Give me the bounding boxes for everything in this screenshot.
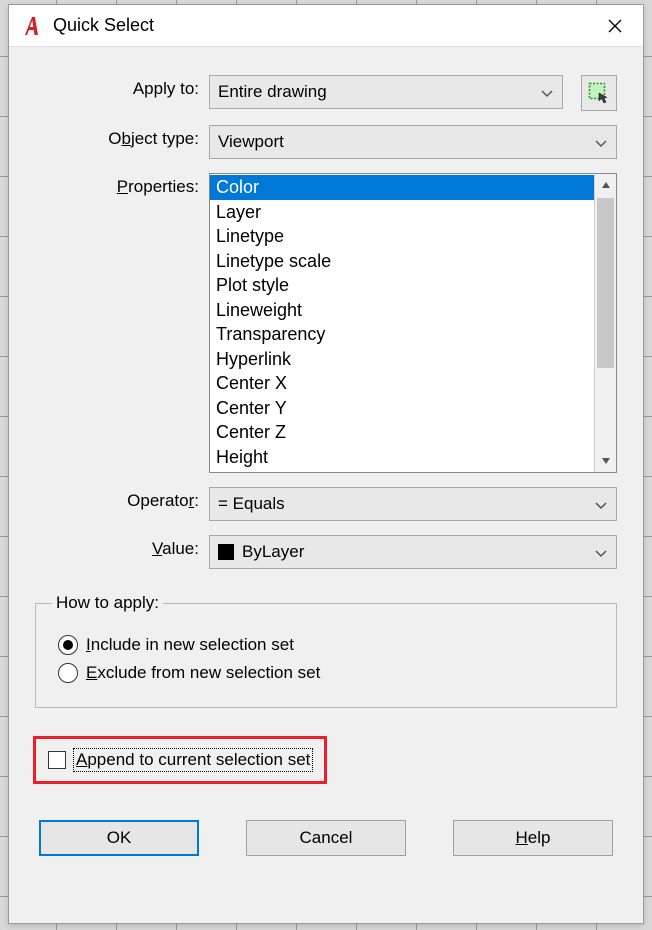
radio-icon (58, 635, 78, 655)
radio-icon (58, 663, 78, 683)
how-to-apply-legend: How to apply: (52, 593, 163, 613)
help-button[interactable]: Help (453, 820, 613, 856)
apply-to-row: Apply to: Entire drawing (35, 75, 617, 111)
list-item[interactable]: Height (210, 445, 594, 470)
color-swatch-icon (218, 544, 234, 560)
properties-listbox[interactable]: ColorLayerLinetypeLinetype scalePlot sty… (209, 173, 617, 473)
list-item[interactable]: Plot style (210, 273, 594, 298)
autocad-app-icon (19, 14, 43, 38)
chevron-down-icon (594, 497, 608, 511)
dialog-title: Quick Select (53, 15, 593, 36)
operator-combo[interactable]: = Equals (209, 487, 617, 521)
append-checkbox[interactable]: Append to current selection set (46, 747, 314, 773)
object-type-combo[interactable]: Viewport (209, 125, 617, 159)
scroll-down-button[interactable] (595, 450, 617, 472)
chevron-up-icon (601, 180, 611, 190)
value-row: Value: ByLayer (35, 535, 617, 569)
quick-select-dialog: Quick Select Apply to: Entire drawing (8, 4, 644, 924)
scroll-thumb[interactable] (597, 198, 614, 368)
append-label: Append to current selection set (74, 749, 312, 771)
include-radio[interactable]: Include in new selection set (58, 635, 594, 655)
operator-row: Operator: = Equals (35, 487, 617, 521)
list-item[interactable]: Linetype (210, 224, 594, 249)
list-item[interactable]: Center X (210, 371, 594, 396)
list-item[interactable]: Transparency (210, 322, 594, 347)
list-item[interactable]: Center Y (210, 396, 594, 421)
object-type-value: Viewport (218, 132, 594, 152)
scroll-up-button[interactable] (595, 174, 617, 196)
list-item[interactable]: Layer (210, 200, 594, 225)
close-icon (608, 19, 622, 33)
ok-button[interactable]: OK (39, 820, 199, 856)
close-button[interactable] (593, 8, 637, 44)
select-objects-button[interactable] (581, 75, 617, 111)
dialog-content: Apply to: Entire drawing Object type: Vi (9, 47, 643, 923)
chevron-down-icon (594, 545, 608, 559)
value-value: ByLayer (242, 542, 594, 562)
exclude-radio[interactable]: Exclude from new selection set (58, 663, 594, 683)
include-label: Include in new selection set (86, 635, 294, 655)
properties-row: Properties: ColorLayerLinetypeLinetype s… (35, 173, 617, 473)
list-item[interactable]: Center Z (210, 420, 594, 445)
button-bar: OK Cancel Help (35, 820, 617, 856)
select-objects-icon (588, 82, 610, 104)
operator-label: Operator: (35, 487, 199, 511)
properties-list-inner: ColorLayerLinetypeLinetype scalePlot sty… (210, 174, 594, 472)
annotation-highlight: Append to current selection set (33, 736, 327, 784)
value-label: Value: (35, 535, 199, 559)
list-item[interactable]: Hyperlink (210, 347, 594, 372)
list-item[interactable]: Linetype scale (210, 249, 594, 274)
exclude-label: Exclude from new selection set (86, 663, 320, 683)
titlebar: Quick Select (9, 5, 643, 47)
chevron-down-icon (601, 456, 611, 466)
apply-to-value: Entire drawing (218, 82, 540, 102)
object-type-row: Object type: Viewport (35, 125, 617, 159)
apply-to-label: Apply to: (35, 75, 199, 99)
how-to-apply-group: How to apply: Include in new selection s… (35, 593, 617, 708)
value-combo[interactable]: ByLayer (209, 535, 617, 569)
apply-to-combo[interactable]: Entire drawing (209, 75, 563, 109)
list-item[interactable]: Lineweight (210, 298, 594, 323)
chevron-down-icon (594, 135, 608, 149)
list-item[interactable]: Color (210, 175, 594, 200)
cancel-button[interactable]: Cancel (246, 820, 406, 856)
scrollbar[interactable] (594, 174, 616, 472)
operator-value: = Equals (218, 494, 594, 514)
object-type-label: Object type: (35, 125, 199, 149)
chevron-down-icon (540, 85, 554, 99)
checkbox-icon (48, 751, 66, 769)
properties-label: Properties: (35, 173, 199, 197)
